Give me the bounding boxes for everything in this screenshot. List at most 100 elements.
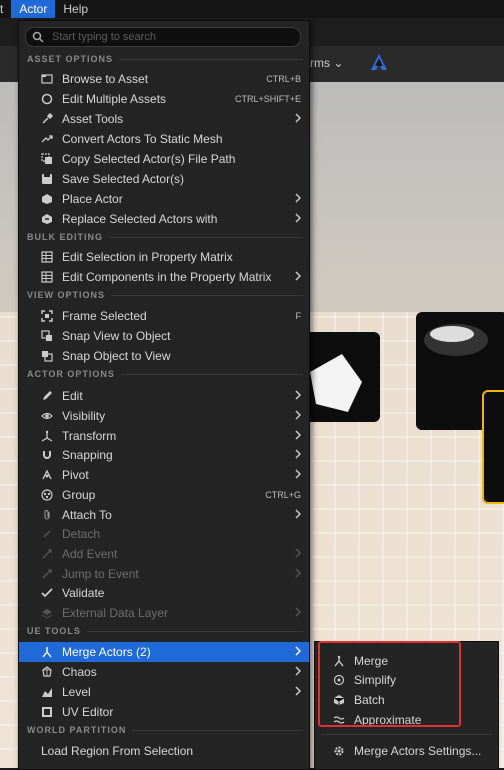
menu-item-label: Edit (62, 389, 83, 403)
replace-icon (41, 213, 53, 225)
menu-item-convert-actors[interactable]: Convert Actors To Static Mesh (19, 129, 309, 149)
chevron-right-icon (295, 646, 301, 656)
menu-item-group[interactable]: Group CTRL+G (19, 485, 309, 505)
menubar-item-help[interactable]: Help (55, 0, 96, 18)
submenu-item-merge-settings[interactable]: Merge Actors Settings... (315, 741, 498, 761)
menu-item-snapping[interactable]: Snapping (19, 445, 309, 465)
chevron-right-icon (295, 213, 301, 223)
browse-icon (41, 73, 53, 85)
menubar-item-actor[interactable]: Actor (11, 0, 56, 18)
simplify-icon (333, 674, 345, 686)
menu-item-replace-selected[interactable]: Replace Selected Actors with (19, 209, 309, 229)
chevron-right-icon (295, 271, 301, 281)
snap-view-icon (41, 330, 53, 342)
eye-icon (41, 410, 53, 422)
shortcut-text: F (295, 311, 302, 321)
submenu-item-simplify[interactable]: Simplify (315, 670, 498, 690)
jump-event-icon (41, 568, 53, 580)
menu-item-edit[interactable]: Edit (19, 386, 309, 406)
section-world-partition: WORLD PARTITION (19, 722, 309, 738)
menu-item-label: Edit Multiple Assets (62, 92, 167, 106)
menu-item-visibility[interactable]: Visibility (19, 406, 309, 426)
chevron-right-icon (295, 469, 301, 479)
menubar: ct Actor Help (0, 0, 504, 18)
submenu-item-label: Batch (354, 693, 385, 707)
menu-item-label: Transform (62, 429, 117, 443)
menu-item-label: Jump to Event (62, 567, 139, 581)
submenu-item-label: Approximate (354, 713, 422, 727)
menu-item-load-region[interactable]: Load Region From Selection (19, 741, 309, 761)
submenu-separator (321, 734, 492, 735)
asset-tools-icon (41, 113, 53, 125)
menu-item-label: External Data Layer (62, 606, 169, 620)
section-label: UE TOOLS (27, 626, 81, 636)
menu-item-label: Place Actor (62, 192, 123, 206)
section-label: VIEW OPTIONS (27, 290, 106, 300)
menu-item-label: Frame Selected (62, 309, 147, 323)
menu-item-label: Edit Selection in Property Matrix (62, 250, 233, 264)
add-event-icon (41, 548, 53, 560)
snap-object-icon (41, 350, 53, 362)
edit-circle-icon (41, 93, 53, 105)
menu-item-detach: Detach (19, 524, 309, 544)
chevron-right-icon (295, 430, 301, 440)
check-icon (41, 587, 53, 599)
section-ue-tools: UE TOOLS (19, 623, 309, 639)
merge-icon (41, 646, 53, 658)
merge-icon (333, 655, 345, 667)
menu-item-edit-selection-property-matrix[interactable]: Edit Selection in Property Matrix (19, 247, 309, 267)
submenu-item-label: Simplify (354, 673, 397, 687)
grid-icon (41, 251, 53, 263)
menu-item-pivot[interactable]: Pivot (19, 465, 309, 485)
menu-item-label: Copy Selected Actor(s) File Path (62, 152, 236, 166)
menu-item-save-selected[interactable]: Save Selected Actor(s) (19, 169, 309, 189)
section-label: ACTOR OPTIONS (27, 369, 115, 379)
menu-item-transform[interactable]: Transform (19, 426, 309, 446)
submenu-item-batch[interactable]: Batch (315, 690, 498, 710)
submenu-item-label: Merge (354, 654, 389, 668)
menubar-item-partial[interactable]: ct (0, 0, 11, 18)
chevron-right-icon (295, 607, 301, 617)
chevron-right-icon (295, 686, 301, 696)
menu-item-asset-tools[interactable]: Asset Tools (19, 109, 309, 129)
menu-item-label: Attach To (62, 508, 112, 522)
menu-item-frame-selected[interactable]: Frame Selected F (19, 306, 309, 326)
pivot-icon (41, 469, 53, 481)
menu-item-copy-file-path[interactable]: Copy Selected Actor(s) File Path (19, 149, 309, 169)
place-actor-icon (41, 193, 53, 205)
menu-item-level[interactable]: Level (19, 682, 309, 702)
chevron-right-icon (295, 509, 301, 519)
chevron-right-icon (295, 113, 301, 123)
menu-item-place-actor[interactable]: Place Actor (19, 189, 309, 209)
chevron-right-icon (295, 666, 301, 676)
menu-item-validate[interactable]: Validate (19, 583, 309, 603)
menu-item-edit-components-property-matrix[interactable]: Edit Components in the Property Matrix (19, 267, 309, 287)
submenu-item-merge[interactable]: Merge (315, 651, 498, 671)
menu-item-label: Level (62, 685, 91, 699)
menu-item-edit-multiple-assets[interactable]: Edit Multiple Assets CTRL+SHIFT+E (19, 89, 309, 109)
menu-item-chaos[interactable]: Chaos (19, 662, 309, 682)
section-label: WORLD PARTITION (27, 725, 127, 735)
menu-item-label: Snap Object to View (62, 349, 171, 363)
submenu-item-approximate[interactable]: Approximate (315, 710, 498, 730)
menu-item-label: Chaos (62, 665, 97, 679)
selected-actor-cube[interactable] (482, 390, 504, 504)
menu-item-snap-view-to-object[interactable]: Snap View to Object (19, 326, 309, 346)
menu-item-browse-to-asset[interactable]: Browse to Asset CTRL+B (19, 69, 309, 89)
menu-search-box[interactable] (25, 27, 301, 47)
menu-item-snap-object-to-view[interactable]: Snap Object to View (19, 346, 309, 366)
search-input[interactable] (50, 30, 294, 44)
section-asset-options: ASSET OPTIONS (19, 51, 309, 67)
menu-item-label: Detach (62, 527, 101, 541)
unreal-logo-icon[interactable] (368, 52, 390, 77)
menu-item-uv-editor[interactable]: UV Editor (19, 702, 309, 722)
menu-item-external-data-layer: External Data Layer (19, 603, 309, 623)
section-bulk-editing: BULK EDITING (19, 229, 309, 245)
menu-item-attach-to[interactable]: Attach To (19, 505, 309, 525)
menu-item-label: Snapping (62, 448, 113, 462)
menu-item-label: Group (62, 488, 96, 502)
viewport-cube[interactable] (300, 332, 380, 422)
menu-item-label: Convert Actors To Static Mesh (62, 132, 223, 146)
toolbar-partial-label[interactable]: rms ⌄ (310, 56, 343, 70)
menu-item-merge-actors[interactable]: Merge Actors (2) (19, 642, 309, 662)
